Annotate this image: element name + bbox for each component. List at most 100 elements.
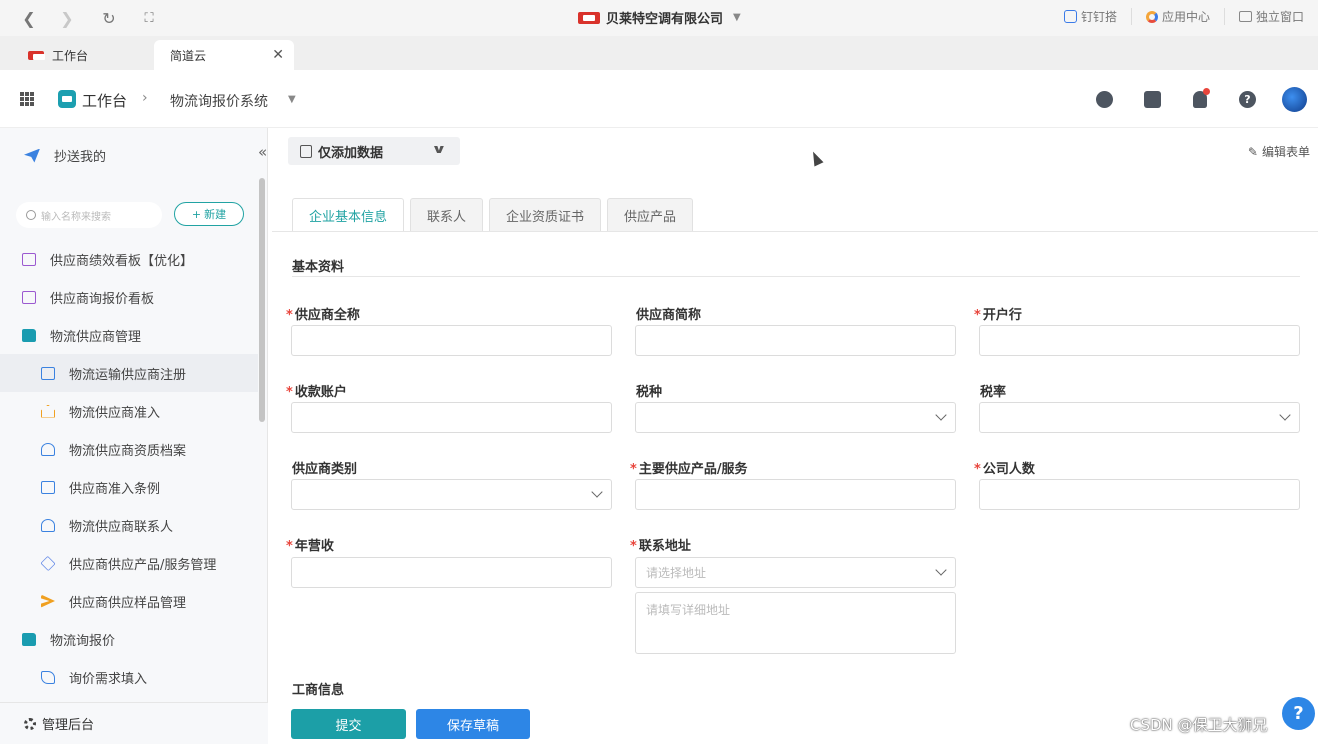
tab-company-info[interactable]: 企业基本信息 [292, 198, 405, 232]
chevron-down-icon [935, 564, 947, 576]
label-bank: * 开户行 [974, 308, 1022, 323]
sidebar-group-logistics-quote[interactable]: 物流询报价 [0, 620, 258, 658]
dingding-icon [1063, 10, 1077, 23]
apps-grid-icon[interactable] [20, 92, 34, 106]
help-icon[interactable]: ? [1239, 91, 1256, 108]
avatar[interactable] [1282, 87, 1307, 112]
tab-divider [272, 231, 1318, 232]
compass-icon[interactable] [1096, 91, 1113, 108]
plus-icon: + [191, 207, 202, 221]
home-icon [41, 404, 55, 418]
fullscreen-icon[interactable]: ⛶ [134, 3, 164, 33]
tab-products[interactable]: 供应产品 [607, 198, 694, 232]
app-center-button[interactable]: 应用中心 [1130, 8, 1224, 25]
category-select[interactable] [291, 479, 612, 510]
browser-tab-jiandaoyun[interactable]: 简道云 ✕ [154, 40, 294, 70]
save-draft-button[interactable]: 保存草稿 [416, 709, 530, 739]
revenue-input[interactable] [291, 557, 612, 588]
help-float-button[interactable]: ? [1282, 697, 1315, 730]
search-icon [26, 210, 36, 220]
sidebar-item-label: 供应商绩效看板【优化】 [50, 253, 194, 269]
gear-icon [24, 717, 36, 730]
sidebar-item-quote-board[interactable]: 供应商询报价看板 [0, 278, 258, 316]
address-select[interactable]: 请选择地址 [635, 557, 956, 588]
browser-tab-label: 简道云 [170, 48, 207, 63]
collapse-sidebar-icon[interactable]: « [258, 143, 267, 161]
chevron-down-icon [935, 409, 947, 421]
breadcrumb-workspace[interactable]: 工作台 [82, 90, 127, 111]
browser-tab-label: 工作台 [52, 48, 89, 63]
new-button[interactable]: + 新建 [174, 202, 244, 226]
full-name-input[interactable] [291, 325, 612, 356]
company-logo-icon [578, 11, 600, 24]
sidebar-item-sample-management[interactable]: 供应商供应样品管理 [0, 582, 258, 620]
document-icon [41, 366, 55, 380]
chevron-down-icon: ▼ [733, 12, 741, 23]
sidebar-scrollbar[interactable] [259, 178, 265, 422]
account-input[interactable] [291, 402, 612, 433]
admin-backend-link[interactable]: 管理后台 [0, 702, 268, 744]
sidebar-item-label: 物流供应商管理 [50, 329, 142, 345]
section-divider [292, 276, 1300, 277]
refresh-icon[interactable]: ↻ [94, 3, 124, 33]
browser-tab-workbench[interactable]: 工作台 [14, 40, 154, 70]
book-icon[interactable] [1144, 91, 1161, 108]
folder-icon [22, 632, 36, 646]
sidebar-item-label: 物流询报价 [50, 633, 116, 649]
mouse-cursor-icon [808, 149, 824, 167]
company-switcher[interactable]: 贝莱特空调有限公司 ▼ [578, 8, 741, 27]
sidebar-item-label: 供应商供应样品管理 [69, 595, 187, 611]
box-icon [40, 555, 56, 571]
tab-qualifications[interactable]: 企业资质证书 [489, 198, 602, 232]
tax-rate-select[interactable] [979, 402, 1300, 433]
sidebar-item-supplier-admission[interactable]: 物流供应商准入 [0, 392, 258, 430]
notification-bell-icon[interactable] [1193, 88, 1210, 108]
watermark: CSDN @保卫大狮兄 [1130, 716, 1268, 734]
sidebar-item-label: 供应商询报价看板 [50, 291, 155, 307]
sidebar-item-label: 物流运输供应商注册 [69, 367, 187, 383]
sidebar-item-supplier-contacts[interactable]: 物流供应商联系人 [0, 506, 258, 544]
sidebar-item-admission-rules[interactable]: 供应商准入条例 [0, 468, 258, 506]
sidebar-item-label: 物流供应商准入 [69, 405, 161, 421]
label-account: * 收款账户 [286, 385, 347, 400]
browser-tabs: 工作台 简道云 ✕ [0, 36, 1318, 70]
sidebar-item-product-service-management[interactable]: 供应商供应产品/服务管理 [0, 544, 258, 582]
section-title-business: 工商信息 [292, 683, 345, 698]
headcount-input[interactable] [979, 479, 1300, 510]
sidebar-group-supplier-management[interactable]: 物流供应商管理 [0, 316, 258, 354]
send-icon [24, 148, 40, 163]
sidebar-item-label: 抄送我的 [54, 150, 107, 165]
address-detail-textarea[interactable]: 请填写详细地址 [635, 592, 956, 654]
sidebar-item-supplier-registration[interactable]: 物流运输供应商注册 [0, 354, 258, 392]
label-tax-rate: 税率 [980, 385, 1007, 400]
chevron-down-icon[interactable]: ▼ [288, 94, 296, 105]
back-icon[interactable]: ❮ [14, 3, 44, 33]
bank-input[interactable] [979, 325, 1300, 356]
forward-icon[interactable]: ❯ [52, 3, 82, 33]
tab-contacts[interactable]: 联系人 [410, 198, 484, 232]
sidebar-item-qualification-archive[interactable]: 物流供应商资质档案 [0, 430, 258, 468]
sidebar-search-input[interactable]: 输入名称来搜索 [16, 202, 162, 228]
edit-form-button[interactable]: ✎ 编辑表单 [1248, 143, 1310, 160]
section-title-basic: 基本资料 [292, 260, 345, 275]
person-icon [41, 442, 55, 456]
sidebar-item-performance-board[interactable]: 供应商绩效看板【优化】 [0, 240, 258, 278]
close-icon[interactable]: ✕ [272, 47, 284, 63]
document-icon [41, 480, 55, 494]
pencil-icon: ✎ [1247, 144, 1258, 159]
submit-button[interactable]: 提交 [291, 709, 406, 739]
dingding-button[interactable]: 钉钉搭 [1050, 8, 1131, 25]
form-tabs: 企业基本信息 联系人 企业资质证书 供应产品 [292, 198, 694, 232]
sidebar-item-label: 供应商准入条例 [69, 481, 161, 497]
tax-type-select[interactable] [635, 402, 956, 433]
sidebar-item-inquiry-entry[interactable]: 询价需求填入 [0, 658, 258, 696]
browser-toolbar: ❮ ❯ ↻ ⛶ 贝莱特空调有限公司 ▼ 钉钉搭 应用中心 独立窗口 [0, 0, 1318, 36]
label-headcount: * 公司人数 [974, 462, 1035, 477]
sidebar-item-cc-me[interactable]: 抄送我的 [24, 146, 106, 165]
person-icon [41, 518, 55, 532]
short-name-input[interactable] [635, 325, 956, 356]
breadcrumb-system[interactable]: 物流询报价系统 [170, 91, 268, 111]
standalone-window-button[interactable]: 独立窗口 [1223, 8, 1318, 25]
main-product-input[interactable] [635, 479, 956, 510]
data-filter-dropdown[interactable]: 仅添加数据 ∨ [288, 137, 460, 165]
